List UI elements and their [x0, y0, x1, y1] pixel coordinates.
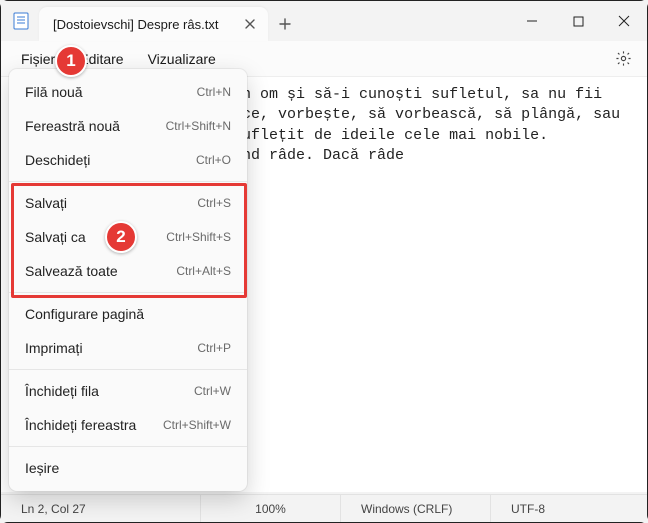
notepad-icon	[11, 11, 31, 31]
menu-item[interactable]: Fereastră nouă Ctrl+Shift+N	[9, 109, 247, 143]
menu-item-shortcut: Ctrl+Alt+S	[176, 264, 231, 278]
new-tab-button[interactable]	[268, 7, 302, 41]
statusbar: Ln 2, Col 27 100% Windows (CRLF) UTF-8	[1, 494, 647, 522]
status-cursor-position: Ln 2, Col 27	[1, 495, 201, 522]
menu-item-label: Imprimați	[25, 340, 83, 356]
file-menu-dropdown: Filă nouă Ctrl+N Fereastră nouă Ctrl+Shift+…	[9, 69, 247, 491]
menu-item-label: Salvați	[25, 195, 67, 211]
menu-item-label: Închideți fereastra	[25, 417, 136, 433]
titlebar: [Dostoievschi] Despre râs.txt	[1, 1, 647, 41]
document-tab[interactable]: [Dostoievschi] Despre râs.txt	[39, 7, 268, 41]
minimize-button[interactable]	[509, 1, 555, 41]
menu-item-label: Închideți fila	[25, 383, 99, 399]
menu-item[interactable]: Închideți fereastra Ctrl+Shift+W	[9, 408, 247, 442]
close-tab-icon[interactable]	[242, 16, 258, 32]
menu-separator	[9, 446, 247, 447]
menu-item[interactable]: Închideți fila Ctrl+W	[9, 374, 247, 408]
menu-separator	[9, 369, 247, 370]
menu-item[interactable]: Configurare pagină	[9, 297, 247, 331]
menu-item-shortcut: Ctrl+Shift+W	[163, 418, 231, 432]
status-zoom[interactable]: 100%	[201, 495, 341, 522]
menu-item-label: Salvează toate	[25, 263, 118, 279]
menu-separator	[9, 181, 247, 182]
menu-item-shortcut: Ctrl+Shift+S	[166, 230, 231, 244]
menu-item[interactable]: Imprimați Ctrl+P	[9, 331, 247, 365]
menu-item[interactable]: Salvează toate Ctrl+Alt+S	[9, 254, 247, 288]
menu-item-label: Configurare pagină	[25, 306, 144, 322]
annotation-badge-1: 1	[55, 45, 87, 77]
status-encoding: UTF-8	[491, 495, 647, 522]
annotation-badge-2: 2	[105, 221, 137, 253]
close-window-button[interactable]	[601, 1, 647, 41]
menu-item-label: Deschideți	[25, 152, 90, 168]
menu-item-shortcut: Ctrl+P	[197, 341, 231, 355]
menu-item-label: Fereastră nouă	[25, 118, 120, 134]
menu-item-shortcut: Ctrl+Shift+N	[166, 119, 231, 133]
menu-separator	[9, 292, 247, 293]
settings-gear-icon[interactable]	[609, 45, 637, 73]
tab-title: [Dostoievschi] Despre râs.txt	[53, 17, 218, 32]
menu-item[interactable]: Deschideți Ctrl+O	[9, 143, 247, 177]
menu-item-shortcut: Ctrl+S	[197, 196, 231, 210]
menu-item[interactable]: Ieșire	[9, 451, 247, 485]
status-line-ending: Windows (CRLF)	[341, 495, 491, 522]
menu-item[interactable]: Salvați Ctrl+S	[9, 186, 247, 220]
menu-item-shortcut: Ctrl+W	[194, 384, 231, 398]
menu-item-label: Ieșire	[25, 460, 59, 476]
menu-item-label: Salvați ca	[25, 229, 86, 245]
menu-item[interactable]: Filă nouă Ctrl+N	[9, 75, 247, 109]
menu-item-shortcut: Ctrl+N	[197, 85, 231, 99]
window-controls	[509, 1, 647, 41]
maximize-button[interactable]	[555, 1, 601, 41]
menu-item-label: Filă nouă	[25, 84, 83, 100]
menu-item-shortcut: Ctrl+O	[196, 153, 231, 167]
